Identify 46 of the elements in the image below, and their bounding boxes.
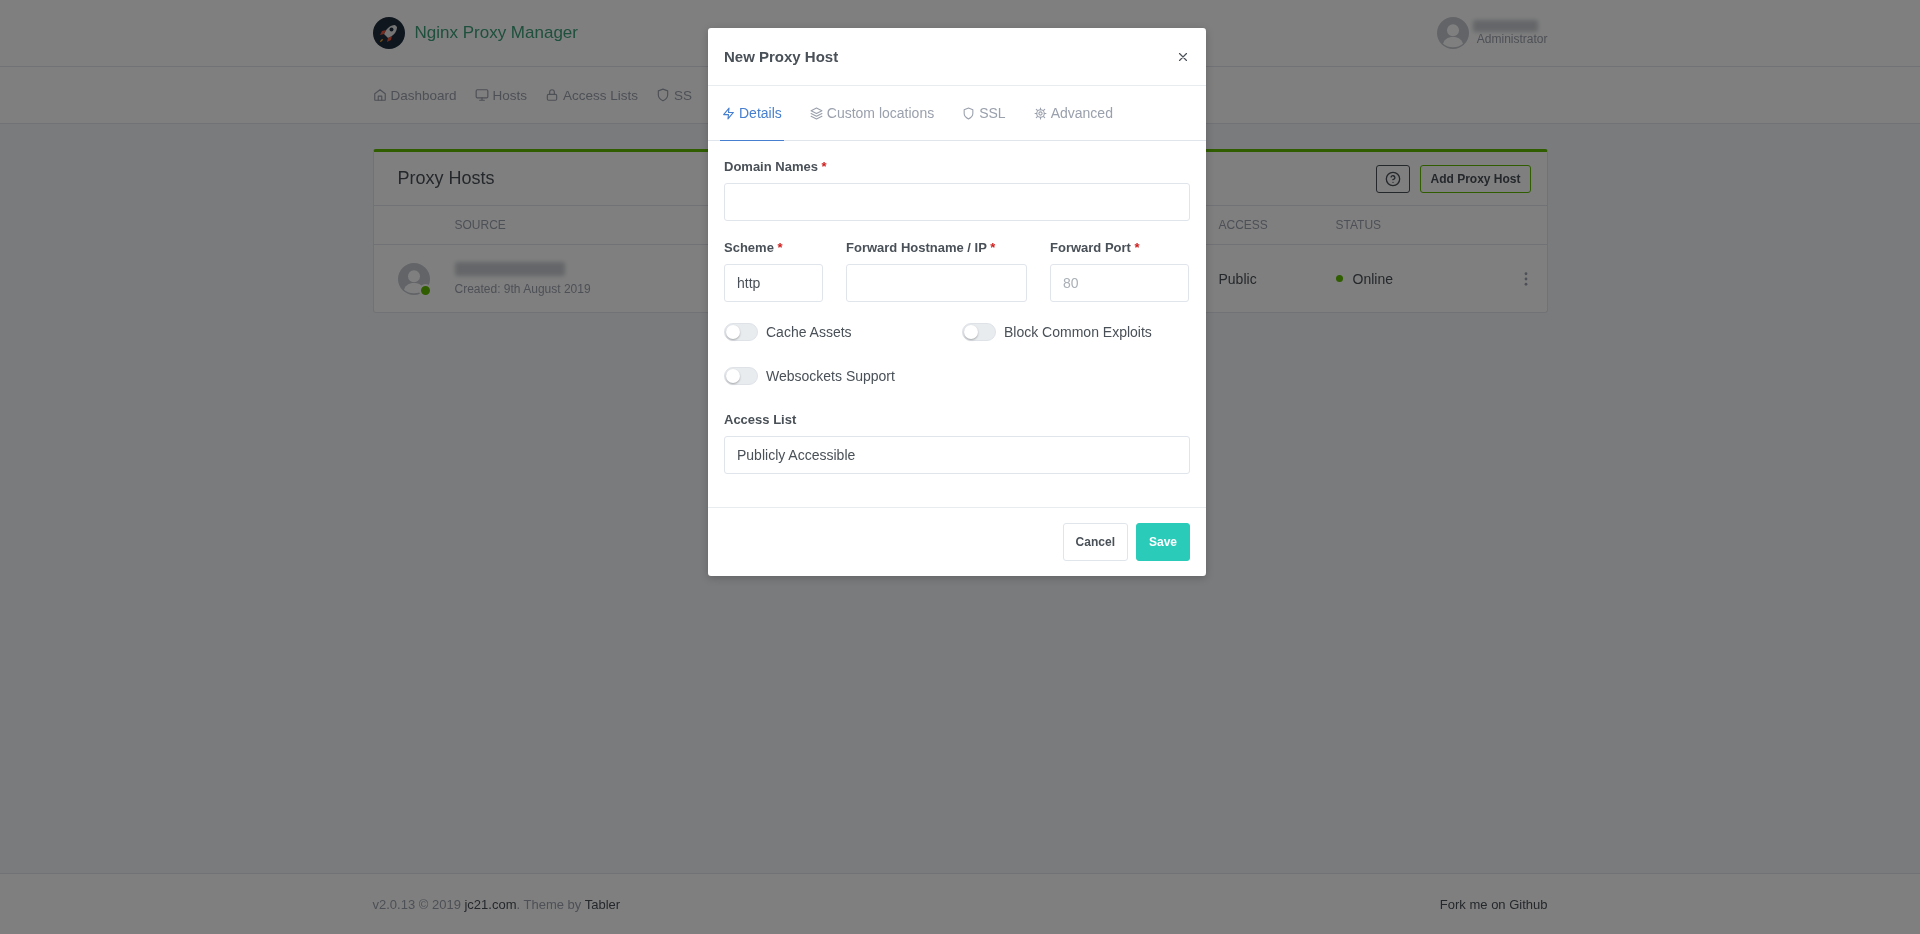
logo-icon xyxy=(372,17,405,49)
tab[interactable]: SSL xyxy=(960,86,1008,141)
toggle-switch[interactable] xyxy=(724,367,758,385)
app-title[interactable]: Nginx Proxy Manager xyxy=(414,23,578,43)
field-label: Scheme * xyxy=(724,240,784,255)
footer-link[interactable]: Tabler xyxy=(584,896,621,912)
add-proxy-host-button[interactable]: Add Proxy Host xyxy=(1420,164,1531,193)
home-icon xyxy=(372,88,387,102)
field-label: Domain Names * xyxy=(724,159,828,174)
blurred-text xyxy=(1472,20,1538,32)
toggle-switch[interactable] xyxy=(962,323,996,341)
card-title: Proxy Hosts xyxy=(397,168,495,189)
table-cell-text: Public xyxy=(1218,270,1258,287)
tab[interactable]: Details xyxy=(720,86,784,141)
input-field[interactable] xyxy=(846,264,1027,302)
tab[interactable]: Advanced xyxy=(1031,86,1115,141)
select-field[interactable]: Publicly Accessible xyxy=(724,436,1190,474)
shield-icon xyxy=(962,106,976,120)
toggle-label: Block Common Exploits xyxy=(1004,324,1152,340)
avatar-icon xyxy=(1436,17,1469,49)
settings-icon xyxy=(1033,106,1047,120)
footer-link[interactable]: jc21.com xyxy=(464,896,517,912)
cancel-button[interactable]: Cancel xyxy=(1062,523,1128,561)
modal-title: New Proxy Host xyxy=(724,48,839,65)
help-button[interactable] xyxy=(1376,164,1411,193)
toggle-switch[interactable] xyxy=(724,323,758,341)
input-field[interactable]: http xyxy=(724,264,823,302)
lightning-icon xyxy=(722,106,735,120)
tab[interactable]: Custom locations xyxy=(807,86,937,141)
help-icon xyxy=(1385,170,1402,187)
toggle-label: Websockets Support xyxy=(766,368,895,384)
shield-icon xyxy=(656,88,671,102)
toggle-label: Cache Assets xyxy=(766,324,852,340)
field-label: Forward Hostname / IP * xyxy=(846,240,997,255)
input-field[interactable]: 80 xyxy=(1050,264,1189,302)
kebab-menu-icon xyxy=(1523,271,1528,286)
github-link[interactable]: Fork me on Github xyxy=(1439,896,1548,912)
lock-icon xyxy=(545,88,560,102)
layers-icon xyxy=(809,106,823,120)
input-field[interactable] xyxy=(724,183,1190,221)
save-button[interactable]: Save xyxy=(1135,523,1190,561)
field-label: Forward Port * xyxy=(1050,240,1141,255)
monitor-icon xyxy=(474,88,489,102)
field-label: Access List xyxy=(724,412,798,427)
avatar-icon xyxy=(398,262,430,295)
table-cell: Online xyxy=(1352,270,1393,287)
